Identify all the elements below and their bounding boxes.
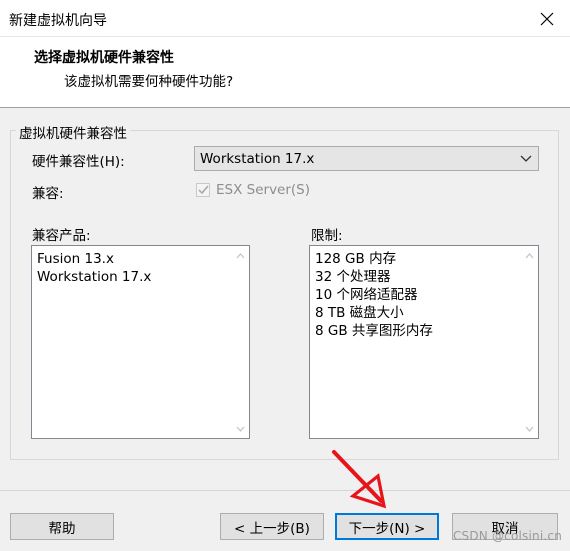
chevron-down-icon[interactable] (514, 147, 538, 170)
scroll-down-icon[interactable] (521, 420, 538, 437)
hw-compat-select[interactable]: Workstation 17.x (194, 146, 539, 171)
window-title: 新建虚拟机向导 (9, 13, 107, 29)
next-button[interactable]: 下一步(N) > (335, 513, 439, 540)
compat-label: 兼容: (32, 186, 64, 202)
list-item[interactable]: Workstation 17.x (37, 268, 151, 286)
list-item: 8 TB 磁盘大小 (315, 305, 404, 321)
esx-checkbox[interactable] (196, 183, 210, 197)
limits-scrollbar[interactable] (521, 246, 538, 438)
help-button[interactable]: 帮助 (10, 513, 114, 540)
watermark: CSDN @colsini.cn (452, 529, 562, 543)
scroll-up-icon[interactable] (232, 247, 249, 264)
list-item: 10 个网络适配器 (315, 287, 418, 303)
products-label: 兼容产品: (32, 228, 91, 244)
checkmark-icon (197, 185, 209, 195)
products-listbox[interactable]: Fusion 13.x Workstation 17.x (31, 245, 250, 439)
list-item[interactable]: Fusion 13.x (37, 250, 151, 268)
limits-label: 限制: (311, 228, 343, 244)
limits-list: 128 GB 内存 32 个处理器 10 个网络适配器 8 TB 磁盘大小 8 … (315, 250, 433, 340)
limits-listbox[interactable]: 128 GB 内存 32 个处理器 10 个网络适配器 8 TB 磁盘大小 8 … (309, 245, 539, 439)
list-item: 128 GB 内存 (315, 251, 397, 267)
close-icon (540, 12, 554, 25)
back-button[interactable]: < 上一步(B) (220, 513, 324, 540)
scroll-down-icon[interactable] (232, 420, 249, 437)
page-subtitle: 该虚拟机需要何种硬件功能? (64, 74, 234, 90)
list-item: 8 GB 共享图形内存 (315, 323, 433, 339)
groupbox-label: 虚拟机硬件兼容性 (16, 122, 130, 142)
close-button[interactable] (524, 0, 570, 37)
products-list: Fusion 13.x Workstation 17.x (37, 250, 151, 286)
esx-checkbox-label: ESX Server(S) (216, 182, 311, 198)
footer-divider (0, 490, 570, 491)
window-titlebar: 新建虚拟机向导 (0, 0, 570, 37)
wizard-header: 选择虚拟机硬件兼容性 该虚拟机需要何种硬件功能? (0, 37, 570, 108)
hw-compat-label: 硬件兼容性(H): (32, 154, 125, 170)
hw-compat-value: Workstation 17.x (200, 151, 315, 167)
products-scrollbar[interactable] (232, 246, 249, 438)
list-item: 32 个处理器 (315, 269, 391, 285)
page-title: 选择虚拟机硬件兼容性 (34, 50, 174, 66)
scroll-up-icon[interactable] (521, 247, 538, 264)
